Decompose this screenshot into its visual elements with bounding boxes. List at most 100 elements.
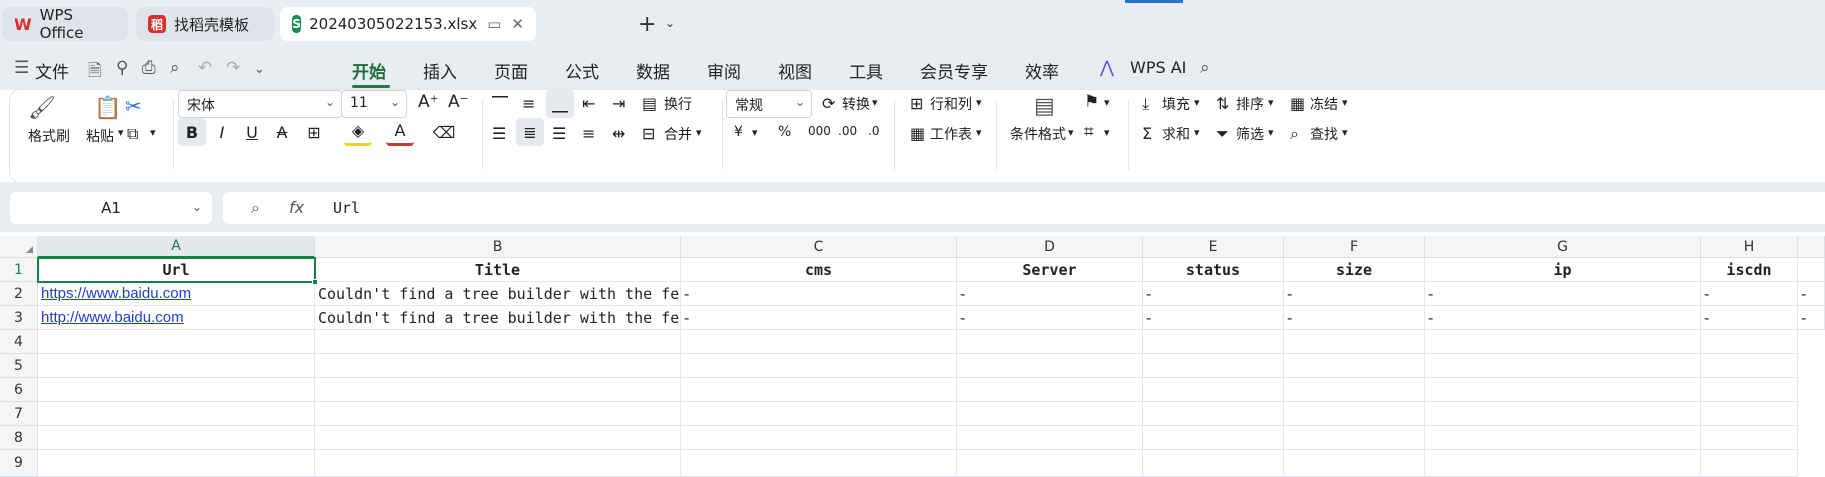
font-name-select[interactable]: 宋体 ⌄	[178, 90, 342, 118]
copy-icon[interactable]: ⧉	[127, 124, 138, 144]
cell-b7[interactable]	[315, 402, 681, 426]
align-top-icon[interactable]: ⎺	[492, 94, 508, 114]
cell-c5[interactable]	[681, 354, 957, 378]
column-header-e[interactable]: E	[1143, 236, 1284, 258]
redo-icon[interactable]: ↷	[226, 58, 240, 78]
undo-icon[interactable]: ↶	[198, 58, 212, 78]
cell-b2[interactable]: Couldn't find a tree builder with the fe	[315, 282, 681, 306]
hamburger-icon[interactable]: ☰	[14, 58, 29, 78]
crop-chevron-icon[interactable]: ▾	[1104, 126, 1110, 139]
cell-a6[interactable]	[38, 378, 315, 402]
cell-f8[interactable]	[1284, 426, 1425, 450]
scissors-icon[interactable]: ✂	[125, 94, 142, 118]
menu-item-tools[interactable]: 工具	[849, 58, 883, 83]
cell-g9[interactable]	[1425, 450, 1701, 477]
currency-button[interactable]: ¥	[734, 124, 743, 140]
align-left-icon[interactable]: ☰	[492, 124, 506, 143]
cell-i2[interactable]: -	[1798, 282, 1825, 306]
paste-button[interactable]: 粘贴	[86, 126, 114, 146]
cell-a4[interactable]	[38, 330, 315, 354]
cell-a7[interactable]	[38, 402, 315, 426]
thousands-icon[interactable]: 000	[808, 124, 831, 138]
cell-e2[interactable]: -	[1143, 282, 1284, 306]
fx-icon[interactable]: fx	[289, 198, 304, 217]
column-header-d[interactable]: D	[957, 236, 1143, 258]
indent-icon[interactable]: ⇥	[612, 94, 625, 113]
name-box[interactable]: A1 ⌄	[10, 192, 212, 224]
more-chevron-icon[interactable]: ⌄	[254, 62, 265, 77]
fill-handle[interactable]	[312, 279, 318, 285]
cell-h5[interactable]	[1701, 354, 1798, 378]
align-center-icon[interactable]: ≣	[516, 118, 544, 146]
sum-chevron-icon[interactable]: ▾	[1194, 126, 1200, 139]
cell-b9[interactable]	[315, 450, 681, 477]
percent-button[interactable]: %	[778, 124, 791, 140]
sum-button[interactable]: 求和	[1162, 124, 1190, 144]
fill-chevron-icon[interactable]: ▾	[1194, 96, 1200, 109]
chevron-down-icon[interactable]: ⌄	[665, 16, 675, 30]
cell-c3[interactable]: -	[681, 306, 957, 330]
cell-f1[interactable]: size	[1284, 258, 1425, 282]
filter-chevron-icon[interactable]: ▾	[1268, 126, 1274, 139]
cell-e6[interactable]	[1143, 378, 1284, 402]
cell-i1[interactable]	[1798, 258, 1825, 282]
row-header-2[interactable]: 2	[0, 282, 38, 306]
freeze-button[interactable]: 冻结	[1310, 94, 1338, 114]
decrease-decimal-icon[interactable]: .0	[868, 124, 879, 138]
row-header-6[interactable]: 6	[0, 378, 38, 402]
cell-d8[interactable]	[957, 426, 1143, 450]
cell-g8[interactable]	[1425, 426, 1701, 450]
column-header-b[interactable]: B	[315, 236, 681, 258]
window-icon[interactable]: ▭	[487, 15, 501, 33]
cell-c2[interactable]: -	[681, 282, 957, 306]
cell-a1[interactable]: Url	[38, 258, 315, 282]
cell-style-chevron-icon[interactable]: ▾	[1104, 96, 1110, 109]
menu-item-page[interactable]: 页面	[494, 58, 528, 83]
menu-item-efficiency[interactable]: 效率	[1025, 58, 1059, 83]
cell-b3[interactable]: Couldn't find a tree builder with the fe	[315, 306, 681, 330]
cell-a5[interactable]	[38, 354, 315, 378]
merge-button[interactable]: 合并	[664, 124, 692, 144]
menu-item-member[interactable]: 会员专享	[920, 58, 988, 83]
row-header-3[interactable]: 3	[0, 306, 38, 330]
eraser-icon[interactable]: ⌫	[430, 118, 458, 146]
cond-format-button[interactable]: 条件格式	[1010, 124, 1066, 144]
find-chevron-icon[interactable]: ▾	[1342, 126, 1348, 139]
format-painter-group[interactable]: 🖌	[28, 96, 56, 126]
cell-f4[interactable]	[1284, 330, 1425, 354]
cell-d4[interactable]	[957, 330, 1143, 354]
save-icon[interactable]: 🗎	[88, 58, 102, 87]
cell-d6[interactable]	[957, 378, 1143, 402]
cell-b1[interactable]: Title	[315, 258, 681, 282]
cell-h6[interactable]	[1701, 378, 1798, 402]
align-bottom-icon[interactable]: ⎽	[546, 90, 574, 118]
menu-item-insert[interactable]: 插入	[423, 58, 457, 83]
fill-button[interactable]: 填充	[1162, 94, 1190, 114]
cell-e1[interactable]: status	[1143, 258, 1284, 282]
column-header-a[interactable]: A	[38, 236, 315, 258]
cell-c4[interactable]	[681, 330, 957, 354]
cell-e5[interactable]	[1143, 354, 1284, 378]
merge-chevron-icon[interactable]: ▾	[696, 126, 702, 139]
cell-d1[interactable]: Server	[957, 258, 1143, 282]
row-header-7[interactable]: 7	[0, 402, 38, 426]
menu-item-data[interactable]: 数据	[636, 58, 670, 83]
find-button[interactable]: 查找	[1310, 124, 1338, 144]
cell-a9[interactable]	[38, 450, 315, 477]
worksheet-button[interactable]: 工作表	[930, 124, 972, 144]
underline-button[interactable]: U	[238, 118, 266, 146]
increase-font-icon[interactable]: A⁺	[418, 92, 439, 112]
cell-e8[interactable]	[1143, 426, 1284, 450]
column-header-g[interactable]: G	[1425, 236, 1701, 258]
menu-file[interactable]: 文件	[35, 58, 69, 83]
column-header-h[interactable]: H	[1701, 236, 1798, 258]
column-header-f[interactable]: F	[1284, 236, 1425, 258]
convert-chevron-icon[interactable]: ▾	[872, 96, 878, 109]
distribute-icon[interactable]: ⇹	[612, 124, 625, 143]
outdent-icon[interactable]: ⇤	[582, 94, 595, 113]
cell-b5[interactable]	[315, 354, 681, 378]
row-header-1[interactable]: 1	[0, 258, 38, 282]
cell-e7[interactable]	[1143, 402, 1284, 426]
cell-g5[interactable]	[1425, 354, 1701, 378]
bold-button[interactable]: B	[178, 118, 206, 146]
